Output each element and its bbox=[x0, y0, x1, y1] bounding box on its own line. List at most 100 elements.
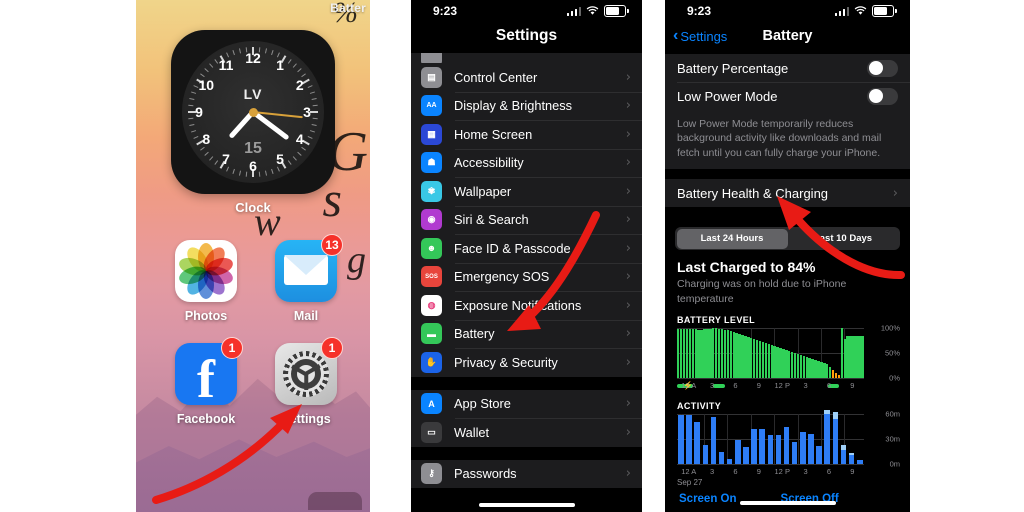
group-separator bbox=[665, 207, 910, 218]
chevron-right-icon: › bbox=[625, 183, 631, 199]
sidebar-item-app-store[interactable]: A App Store › bbox=[411, 390, 642, 419]
page-title: Settings bbox=[495, 27, 558, 44]
x-axis-tick-label: 12 A bbox=[681, 380, 697, 390]
sidebar-item-home-screen[interactable]: ▦ Home Screen › bbox=[411, 120, 642, 149]
back-button[interactable]: ‹ Settings bbox=[673, 27, 727, 45]
sidebar-item-passwords[interactable]: ⚷ Passwords › bbox=[411, 460, 642, 489]
signal-bars-icon bbox=[834, 6, 849, 16]
segment-last-24-hours[interactable]: Last 24 Hours bbox=[676, 228, 788, 249]
low-power-mode-toggle[interactable] bbox=[867, 87, 898, 105]
sidebar-item-wallpaper[interactable]: ✾ Wallpaper › bbox=[411, 177, 642, 206]
chevron-right-icon: › bbox=[625, 424, 631, 440]
sidebar-item-accessibility[interactable]: ☗ Accessibility › bbox=[411, 148, 642, 178]
settings-group-3: ⚷ Passwords › bbox=[411, 459, 642, 489]
partial-row-above[interactable] bbox=[411, 53, 642, 63]
clock-numeral: 2 bbox=[295, 77, 304, 93]
battery-level-plot: ⚡ bbox=[677, 327, 864, 390]
x-axis-tick-label: 9 bbox=[850, 380, 855, 390]
sidebar-item-display-brightness[interactable]: AA Display & Brightness › bbox=[411, 91, 642, 121]
activity-bar-screen-on bbox=[743, 447, 749, 464]
chevron-right-icon: › bbox=[625, 466, 631, 482]
row-battery-health[interactable]: Battery Health & Charging › bbox=[665, 179, 910, 207]
chevron-right-icon: › bbox=[625, 297, 631, 313]
sidebar-item-control-center[interactable]: ▤ Control Center › bbox=[411, 63, 642, 92]
chevron-right-icon: › bbox=[625, 396, 631, 412]
gridline-horizontal bbox=[677, 377, 864, 379]
clock-tick bbox=[200, 146, 205, 151]
y-axis-tick-label: 60m bbox=[885, 409, 900, 419]
clock-tick bbox=[287, 59, 292, 64]
app-settings[interactable]: 1 Settings bbox=[263, 337, 349, 426]
sidebar-item-exposure-notifications[interactable]: ◍ Exposure Notifications › bbox=[411, 291, 642, 320]
clock-numeral: 10 bbox=[198, 77, 215, 93]
settings-group-1: ▤ Control Center › AA Display & Brightness › ▦… bbox=[411, 63, 642, 377]
app-photos[interactable]: Photos bbox=[163, 240, 249, 323]
low-power-mode-description: Low Power Mode temporarily reduces backg… bbox=[665, 110, 910, 170]
group-separator bbox=[411, 376, 642, 390]
clock-tick bbox=[214, 160, 219, 165]
clock-tick bbox=[311, 123, 317, 127]
app-label: Photos bbox=[184, 309, 228, 323]
clock-tick bbox=[188, 117, 194, 120]
sidebar-item-emergency-sos[interactable]: SOS Emergency SOS › bbox=[411, 262, 642, 292]
activity-bar-screen-on bbox=[751, 428, 757, 464]
segment-last-10-days[interactable]: Last 10 Days bbox=[788, 229, 899, 249]
clock-numeral: 12 bbox=[245, 50, 261, 66]
activity-bar-screen-on bbox=[702, 445, 709, 464]
app-facebook[interactable]: 1 f Facebook bbox=[163, 337, 249, 426]
sidebar-item-siri-search[interactable]: ◉ Siri & Search › bbox=[411, 205, 642, 235]
clock-tick bbox=[232, 168, 235, 174]
sidebar-item-privacy-security[interactable]: ✋ Privacy & Security › bbox=[411, 348, 642, 377]
sidebar-item-face-id-passcode[interactable]: ☻ Face ID & Passcode › bbox=[411, 234, 642, 263]
clock-numeral: 1 bbox=[276, 57, 284, 74]
gridline-vertical bbox=[797, 413, 799, 464]
chart-date-label: Sep 27 bbox=[677, 477, 703, 487]
clock-tick bbox=[276, 166, 280, 172]
clock-face: LV 15 12 1 2 3 4 5 6 7 8 9 10 11 bbox=[182, 41, 324, 183]
activity-bar-screen-on bbox=[824, 413, 830, 464]
home-indicator bbox=[478, 503, 575, 507]
chevron-right-icon: › bbox=[625, 69, 631, 85]
sidebar-item-label: Control Center bbox=[454, 69, 538, 85]
chevron-right-icon: › bbox=[625, 240, 631, 256]
battery-level-bar bbox=[861, 335, 864, 378]
gridline-horizontal bbox=[677, 463, 864, 465]
app-mail[interactable]: 13 Mail bbox=[263, 234, 349, 323]
chevron-right-icon: › bbox=[625, 98, 631, 114]
activity-bar-screen-on bbox=[694, 422, 700, 464]
clock-numeral: 5 bbox=[276, 150, 284, 167]
clock-tick bbox=[238, 170, 242, 176]
activity-bar-screen-on bbox=[775, 435, 782, 464]
envelope-flap bbox=[284, 255, 328, 275]
clock-tick bbox=[297, 68, 302, 73]
activity-bar-screen-off bbox=[848, 452, 855, 456]
clock-tick bbox=[238, 48, 242, 54]
row-battery-percentage[interactable]: Battery Percentage bbox=[665, 54, 910, 82]
activity-bar-screen-on bbox=[848, 455, 855, 464]
activity-bar-screen-on bbox=[840, 449, 847, 464]
nav-bar: ‹ Settings Battery bbox=[665, 22, 910, 54]
clock-tick bbox=[189, 97, 195, 101]
clock-tick bbox=[310, 111, 318, 113]
row-low-power-mode[interactable]: Low Power Mode bbox=[665, 82, 910, 110]
clock-tick bbox=[307, 135, 313, 139]
sidebar-item-wallet[interactable]: ▭ Wallet › bbox=[411, 418, 642, 447]
clock-date-label: 15 bbox=[244, 140, 262, 158]
battery-percentage-toggle[interactable] bbox=[867, 59, 898, 77]
sidebar-item-label: Display & Brightness bbox=[454, 98, 573, 114]
clock-numeral: 11 bbox=[218, 57, 234, 74]
clock-widget[interactable]: LV 15 12 1 2 3 4 5 6 7 8 9 10 11 bbox=[171, 30, 335, 194]
y-axis-tick-label: 0m bbox=[889, 459, 900, 469]
sidebar-item-battery[interactable]: ▬ Battery › bbox=[411, 319, 642, 349]
row-label: Battery Health & Charging bbox=[677, 185, 829, 201]
x-axis-tick-label: 6 bbox=[733, 466, 738, 476]
charging-period-marker bbox=[713, 384, 725, 388]
clock-tick bbox=[307, 85, 313, 89]
activity-bar-screen-on bbox=[759, 428, 765, 464]
sidebar-item-label: Face ID & Passcode bbox=[454, 240, 571, 256]
emergency-sos-icon: SOS bbox=[421, 266, 442, 288]
group-separator bbox=[411, 446, 642, 460]
time-range-segmented-control[interactable]: Last 24 Hours Last 10 Days bbox=[675, 227, 900, 251]
activity-bar-screen-off bbox=[840, 445, 847, 450]
clock-numeral: 9 bbox=[195, 104, 203, 120]
